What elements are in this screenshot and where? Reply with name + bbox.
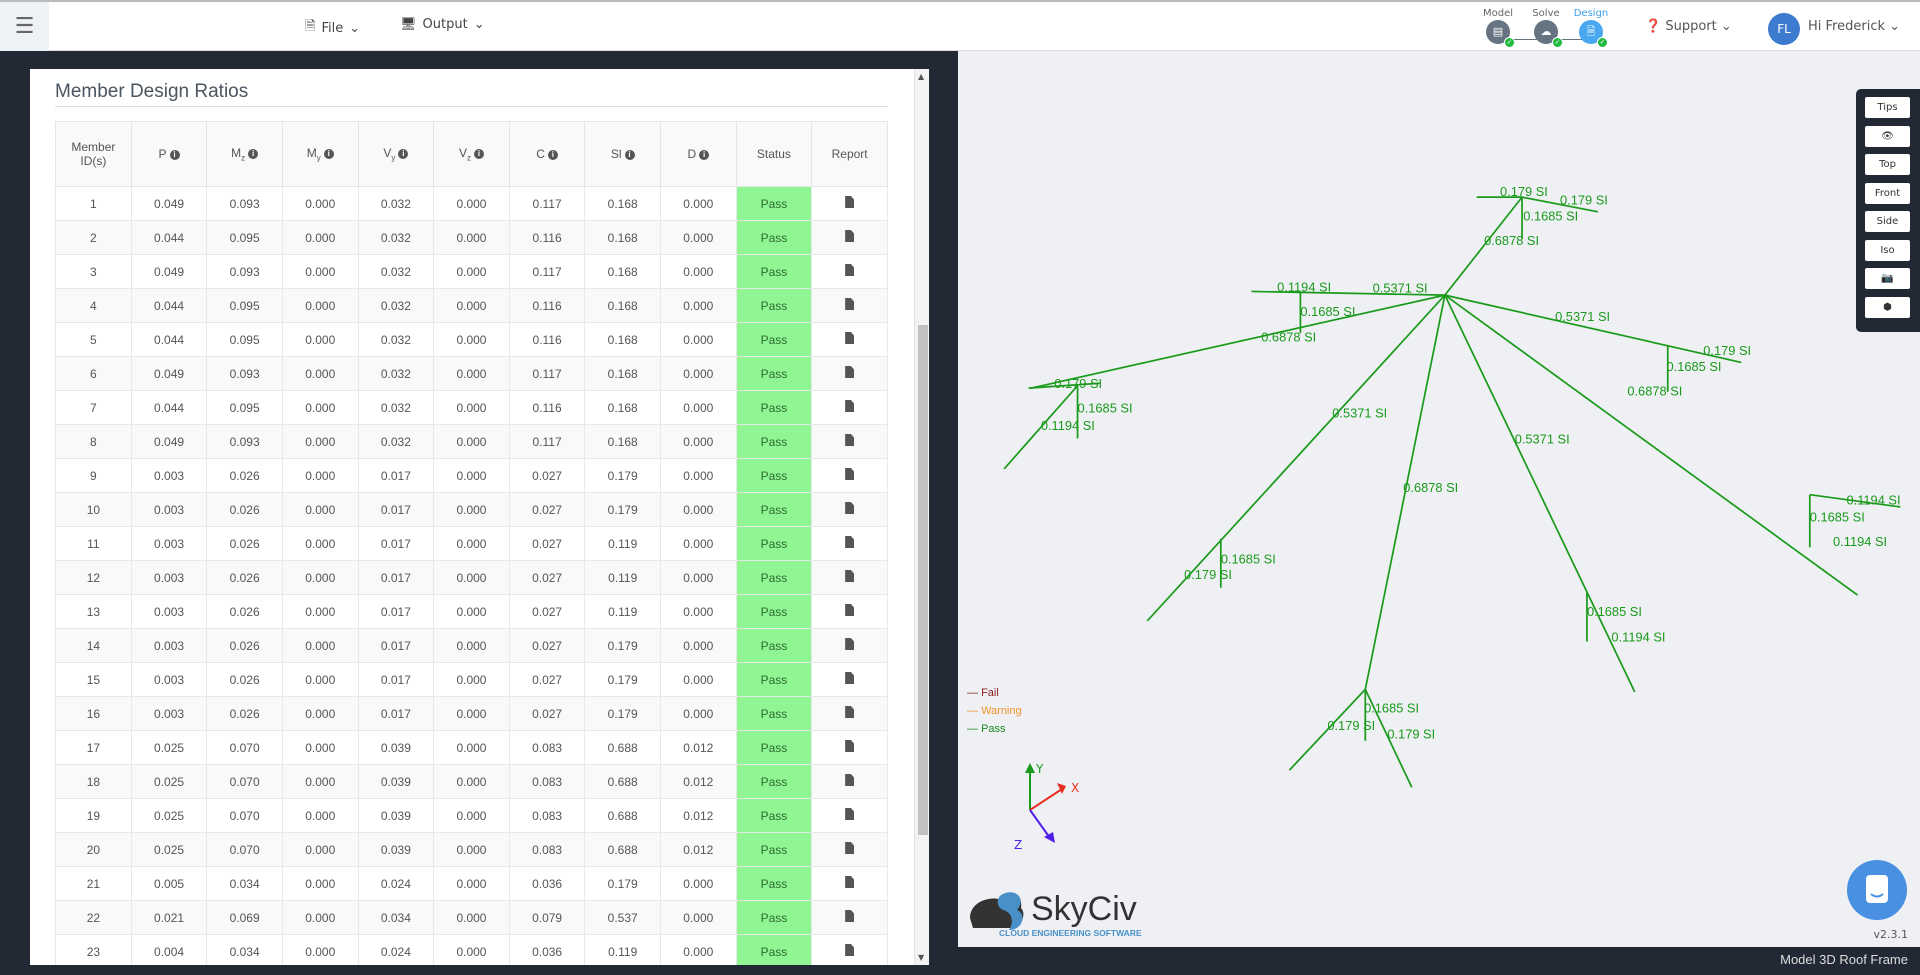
ratio-label: 0.1685 SI — [1300, 304, 1355, 319]
ratio-label: 0.6878 SI — [1627, 384, 1682, 399]
y-axis-arrow — [1025, 763, 1035, 773]
z-axis-label: Z — [1014, 838, 1022, 850]
y-axis-label: Y — [1035, 762, 1044, 776]
structure-render: 0.179 SI0.179 SI0.1685 SI0.6878 SI0.1194… — [1003, 184, 1901, 788]
eye-button[interactable]: 👁 — [1865, 125, 1910, 147]
ratio-label: 0.1685 SI — [1221, 551, 1276, 566]
ratio-label: 0.1685 SI — [1667, 359, 1722, 374]
ratio-label: 0.1194 SI — [1833, 534, 1887, 549]
x-axis-label: X — [1071, 781, 1079, 795]
model-name: Model 3D Roof Frame — [1780, 952, 1908, 967]
ratio-label: 0.6878 SI — [1484, 233, 1539, 248]
version-label: v2.3.1 — [1873, 928, 1909, 941]
ratio-label: 0.1194 SI — [1611, 630, 1665, 645]
ratio-label: 0.5371 SI — [1332, 406, 1387, 421]
ratio-label: 0.1194 SI — [1277, 279, 1331, 294]
svg-text:CLOUD ENGINEERING SOFTWARE: CLOUD ENGINEERING SOFTWARE — [999, 928, 1142, 938]
camera-icon: 📷 — [1881, 273, 1894, 284]
ratio-label: 0.1685 SI — [1587, 604, 1642, 619]
axis-triad: Y X Z — [1014, 762, 1079, 850]
ratio-label: 0.1685 SI — [1364, 701, 1419, 716]
ratio-label: 0.6878 SI — [1261, 330, 1316, 345]
chat-button[interactable] — [1847, 860, 1907, 920]
ratio-label: 0.1194 SI — [1847, 492, 1901, 507]
member-line[interactable] — [1444, 294, 1742, 364]
skyciv-logo: SkyCiv CLOUD ENGINEERING SOFTWARE — [965, 880, 1155, 944]
svg-text:SkyCiv: SkyCiv — [1031, 890, 1137, 928]
camera-button[interactable]: 📷 — [1865, 268, 1910, 289]
ratio-label: 0.1685 SI — [1810, 510, 1865, 525]
view-top-button[interactable]: Top — [1865, 154, 1910, 175]
ratio-label: 0.179 SI — [1054, 376, 1102, 391]
view-front-button[interactable]: Front — [1865, 182, 1910, 204]
ratio-label: 0.6878 SI — [1403, 480, 1458, 495]
ratio-label: 0.179 SI — [1703, 343, 1751, 358]
view-tips-button[interactable]: Tips — [1865, 97, 1910, 118]
member-line[interactable] — [1444, 294, 1636, 693]
member-line[interactable] — [1030, 294, 1446, 389]
ratio-label: 0.179 SI — [1560, 192, 1608, 207]
z-axis-arrow — [1044, 832, 1055, 843]
view-side-button[interactable]: Side — [1865, 211, 1910, 232]
ratio-label: 0.179 SI — [1500, 184, 1548, 199]
eye-icon: 👁 — [1881, 130, 1894, 142]
ratio-label: 0.1685 SI — [1078, 401, 1133, 416]
view-iso-button[interactable]: Iso — [1865, 239, 1910, 261]
ratio-label: 0.179 SI — [1327, 718, 1375, 733]
chat-icon — [1866, 875, 1888, 903]
ratio-label: 0.1685 SI — [1523, 208, 1578, 223]
cube-button[interactable]: ⬢ — [1865, 296, 1910, 318]
cube-icon: ⬢ — [1883, 301, 1892, 313]
ratio-label: 0.5371 SI — [1373, 281, 1428, 296]
ratio-label: 0.5371 SI — [1515, 431, 1570, 446]
member-line[interactable] — [1444, 294, 1859, 596]
view-toolbar: Tips 👁 Top Front Side Iso 📷 ⬢ — [1856, 89, 1920, 332]
ratio-label: 0.179 SI — [1184, 567, 1232, 582]
ratio-label: 0.179 SI — [1387, 726, 1435, 741]
ratio-label: 0.5371 SI — [1555, 309, 1610, 324]
ratio-label: 0.1194 SI — [1041, 418, 1095, 433]
